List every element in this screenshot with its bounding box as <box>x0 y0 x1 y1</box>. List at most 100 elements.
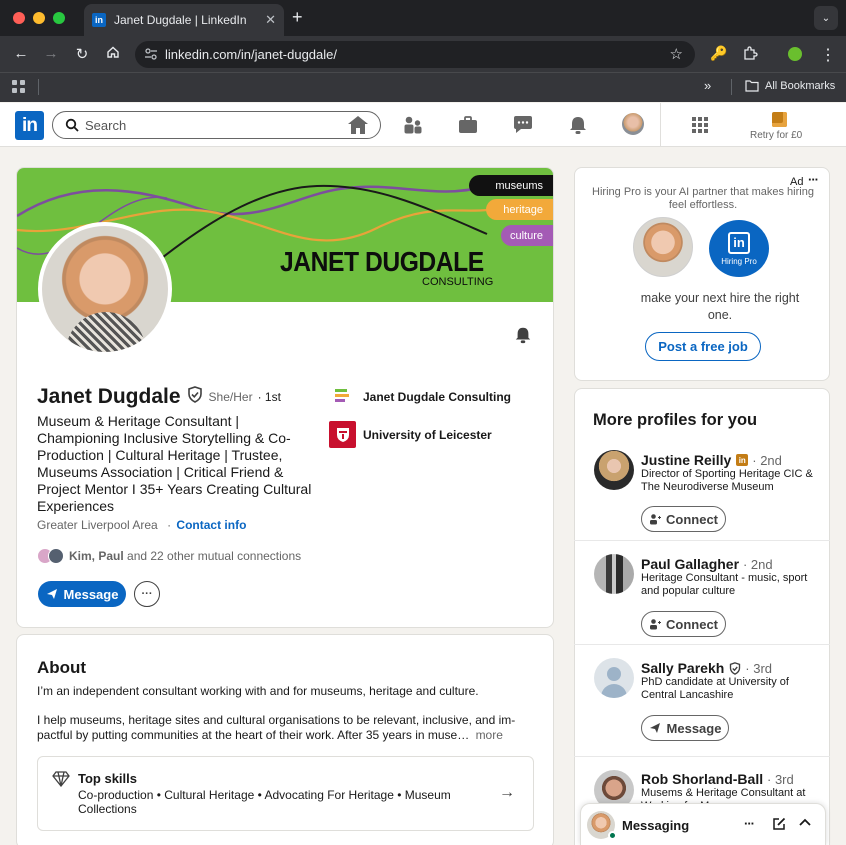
ad-options-icon[interactable]: ··· <box>808 172 819 187</box>
close-window-button[interactable] <box>13 12 25 24</box>
tab-title: Janet Dugdale | LinkedIn <box>114 13 247 27</box>
message-button[interactable]: Message <box>38 581 126 607</box>
new-tab-icon[interactable]: + <box>292 7 303 28</box>
headline-justine-line-2: The Neurodiverse Museum <box>641 481 774 493</box>
tab-search-icon[interactable]: ⌄ <box>814 6 838 30</box>
banner-subtitle: CONSULTING <box>422 276 494 288</box>
back-icon[interactable]: ← <box>11 45 31 62</box>
profile-name-row-sally[interactable]: Sally Parekh · 3rd <box>641 660 772 676</box>
more-actions-button[interactable]: ··· <box>134 581 160 607</box>
profile-name-sally: Sally Parekh <box>641 660 725 676</box>
degree-paul: · 2nd <box>742 557 773 572</box>
messaging-icon[interactable] <box>511 114 535 136</box>
tab-close-icon[interactable]: ✕ <box>265 12 276 28</box>
search-input[interactable]: Search <box>52 111 381 139</box>
profile-avatar-justine[interactable] <box>594 450 634 490</box>
premium-label[interactable]: Retry for £0 <box>750 130 802 141</box>
ad-member-photo <box>633 217 693 277</box>
top-skills-box[interactable]: Top skills Co-production • Cultural Heri… <box>37 756 534 831</box>
send-icon <box>649 722 661 734</box>
all-bookmarks-label[interactable]: All Bookmarks <box>765 80 835 92</box>
profile-name-row: Janet Dugdale She/Her · 1st <box>37 385 281 409</box>
url-text: linkedin.com/in/janet-dugdale/ <box>165 47 337 62</box>
address-bar[interactable]: linkedin.com/in/janet-dugdale/ ☆ <box>135 41 695 68</box>
home-page-icon[interactable] <box>103 45 123 63</box>
company-jdc[interactable]: Janet Dugdale Consulting <box>329 387 511 407</box>
reload-icon[interactable]: ↻ <box>72 45 92 63</box>
message-button-label: Message <box>63 586 119 602</box>
profile-name-row-paul[interactable]: Paul Gallagher · 2nd <box>641 556 773 572</box>
profile-name-row-rob[interactable]: Rob Shorland-Ball · 3rd <box>641 771 794 787</box>
education-name: University of Leicester <box>363 427 492 442</box>
ad-text: Hiring Pro is your AI partner that makes… <box>583 186 823 212</box>
site-settings-icon[interactable] <box>144 47 158 61</box>
notifications-icon[interactable] <box>566 114 590 136</box>
more-bookmarks-icon[interactable]: » <box>704 78 711 93</box>
bookmark-star-icon[interactable]: ☆ <box>670 45 683 63</box>
me-avatar[interactable] <box>621 113 645 135</box>
about-paragraph-1: I’m an independent consultant working wi… <box>37 684 479 698</box>
see-more-link[interactable]: more <box>476 728 503 742</box>
compose-message-icon[interactable] <box>772 817 786 836</box>
messaging-overlay-bar[interactable]: Messaging ··· <box>580 803 826 845</box>
profile-divider <box>574 756 830 757</box>
mutual-connections-row[interactable]: Kim, Paul and 22 other mutual connection… <box>37 548 301 564</box>
profile-avatar-sally[interactable] <box>594 658 634 698</box>
headline-rob-line-1: Musems & Heritage Consultant at <box>641 787 806 799</box>
verified-shield-icon <box>729 661 741 675</box>
jdc-logo-icon <box>329 387 351 407</box>
linkedin-favicon-icon: in <box>92 13 106 27</box>
extensions-puzzle-icon[interactable] <box>742 45 758 64</box>
ad-card: Ad ··· Hiring Pro is your AI partner tha… <box>574 167 830 381</box>
education-leicester[interactable]: University of Leicester <box>329 421 492 448</box>
maximize-window-button[interactable] <box>53 12 65 24</box>
profile-name-rob: Rob Shorland-Ball <box>641 771 764 787</box>
follow-bell-icon[interactable] <box>514 326 532 349</box>
arrow-right-icon[interactable]: → <box>499 784 515 802</box>
connect-button-justine[interactable]: Connect <box>641 506 726 532</box>
bookmarks-divider <box>38 79 39 95</box>
headline-paul-line-2: and popular culture <box>641 585 736 597</box>
profile-name: Janet Dugdale <box>37 385 181 408</box>
browser-menu-icon[interactable]: ⋮ <box>820 45 836 65</box>
bookmarks-divider-2 <box>731 79 732 95</box>
apps-grid-icon[interactable] <box>12 80 25 98</box>
chevron-up-icon[interactable] <box>798 816 812 835</box>
post-free-job-button[interactable]: Post a free job <box>645 332 761 361</box>
work-grid-icon[interactable] <box>688 114 712 136</box>
browser-tab-active[interactable]: in Janet Dugdale | LinkedIn ✕ <box>84 4 284 36</box>
about-paragraph-2a: I help museums, heritage sites and cultu… <box>37 713 516 727</box>
ad-cta-line-2: one. <box>707 308 733 322</box>
folder-icon <box>745 79 759 97</box>
my-network-icon[interactable] <box>401 114 425 136</box>
profile-photo[interactable] <box>38 222 172 356</box>
ad-text-line-2: feel effortless. <box>668 199 738 211</box>
ad-cta-text: make your next hire the right one. <box>630 290 810 324</box>
send-icon <box>46 588 58 600</box>
connect-button-paul[interactable]: Connect <box>641 611 726 637</box>
key-extension-icon[interactable]: 🔑 <box>710 45 727 62</box>
nav-divider <box>660 103 661 147</box>
verified-shield-icon[interactable] <box>187 386 203 408</box>
profile-pronouns: She/Her <box>208 390 253 404</box>
headline-paul: Heritage Consultant - music, sport and p… <box>641 572 821 598</box>
more-profiles-title: More profiles for you <box>593 411 758 429</box>
profile-name-row-justine[interactable]: Justine Reilly in · 2nd <box>641 452 782 468</box>
connect-label-justine: Connect <box>666 511 718 527</box>
profile-avatar-icon[interactable] <box>786 45 804 63</box>
jobs-icon[interactable] <box>456 114 480 136</box>
profile-top-card: museums heritage culture JANET DUGDALE C… <box>16 167 554 628</box>
forward-icon[interactable]: → <box>41 45 61 62</box>
profile-avatar-paul[interactable] <box>594 554 634 594</box>
contact-info-link[interactable]: Contact info <box>176 518 246 532</box>
linkedin-logo-icon[interactable]: in <box>15 111 44 140</box>
degree-justine: · 2nd <box>752 452 782 468</box>
premium-icon[interactable] <box>772 112 787 127</box>
banner-tag-heritage: heritage <box>486 199 553 220</box>
mutual-count-text: and 22 other mutual connections <box>123 549 302 563</box>
messaging-options-icon[interactable]: ··· <box>744 816 755 831</box>
minimize-window-button[interactable] <box>33 12 45 24</box>
message-button-sally[interactable]: Message <box>641 715 729 741</box>
home-icon[interactable] <box>346 114 370 136</box>
degree-sally: · 3rd <box>745 660 773 676</box>
